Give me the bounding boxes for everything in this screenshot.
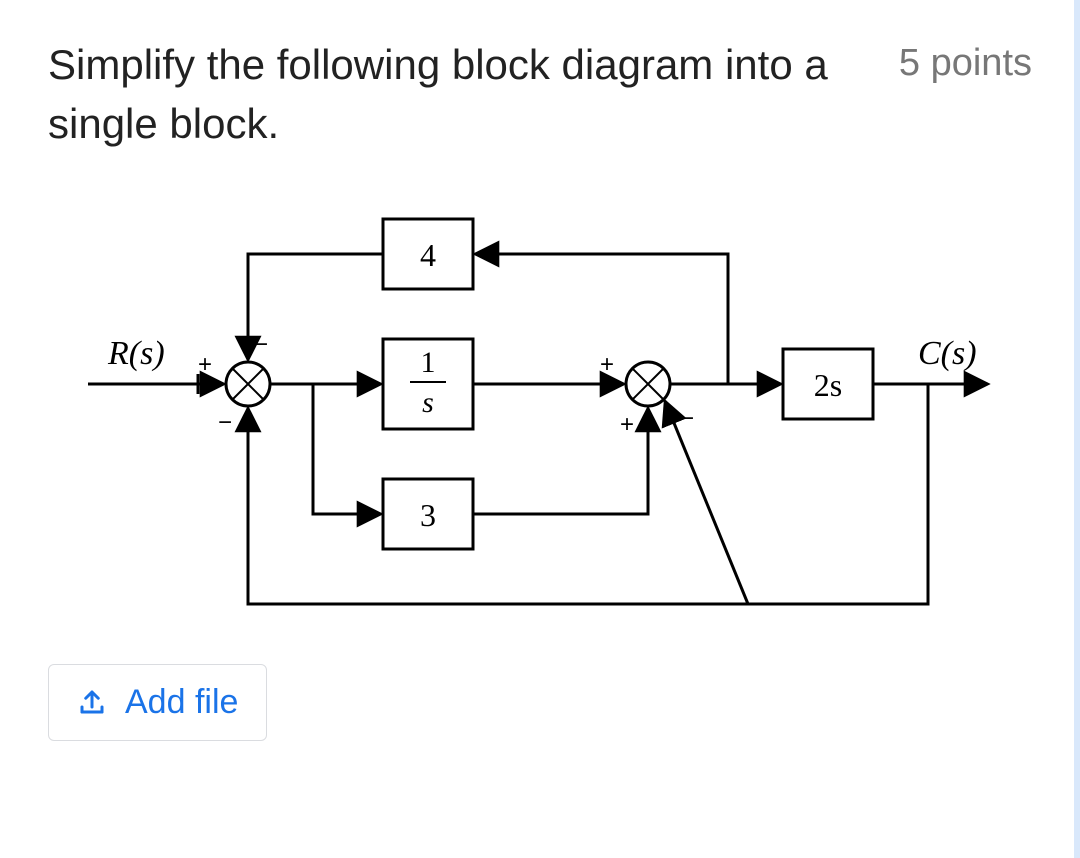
svg-text:s: s: [422, 386, 434, 419]
sum2-sign-diag: −: [680, 405, 694, 432]
svg-text:1: 1: [421, 346, 436, 379]
question-header: Simplify the following block diagram int…: [48, 36, 1032, 154]
block-four: 4: [383, 219, 473, 289]
block-diagram: R(s) + − − 1 s +: [48, 184, 1008, 644]
question-points: 5 points: [899, 42, 1032, 85]
summing-junction-1: [226, 362, 270, 406]
sum1-sign-left: +: [198, 351, 212, 378]
upload-icon: [77, 687, 107, 717]
svg-text:2s: 2s: [814, 367, 842, 403]
question-title: Simplify the following block diagram int…: [48, 36, 828, 154]
block-three: 3: [383, 479, 473, 549]
input-label: R(s): [107, 335, 165, 372]
add-file-label: Add file: [125, 683, 238, 722]
output-label: C(s): [918, 335, 977, 372]
sum2-sign-left: +: [600, 351, 614, 378]
sum1-sign-bottom: −: [218, 409, 232, 436]
svg-text:3: 3: [420, 497, 436, 533]
sum2-sign-bottom: +: [620, 411, 634, 438]
add-file-button[interactable]: Add file: [48, 664, 267, 741]
svg-text:4: 4: [420, 237, 436, 273]
block-two-s: 2s: [783, 349, 873, 419]
summing-junction-2: [626, 362, 670, 406]
block-one-over-s: 1 s: [383, 339, 473, 429]
sum1-sign-top: −: [254, 331, 268, 358]
